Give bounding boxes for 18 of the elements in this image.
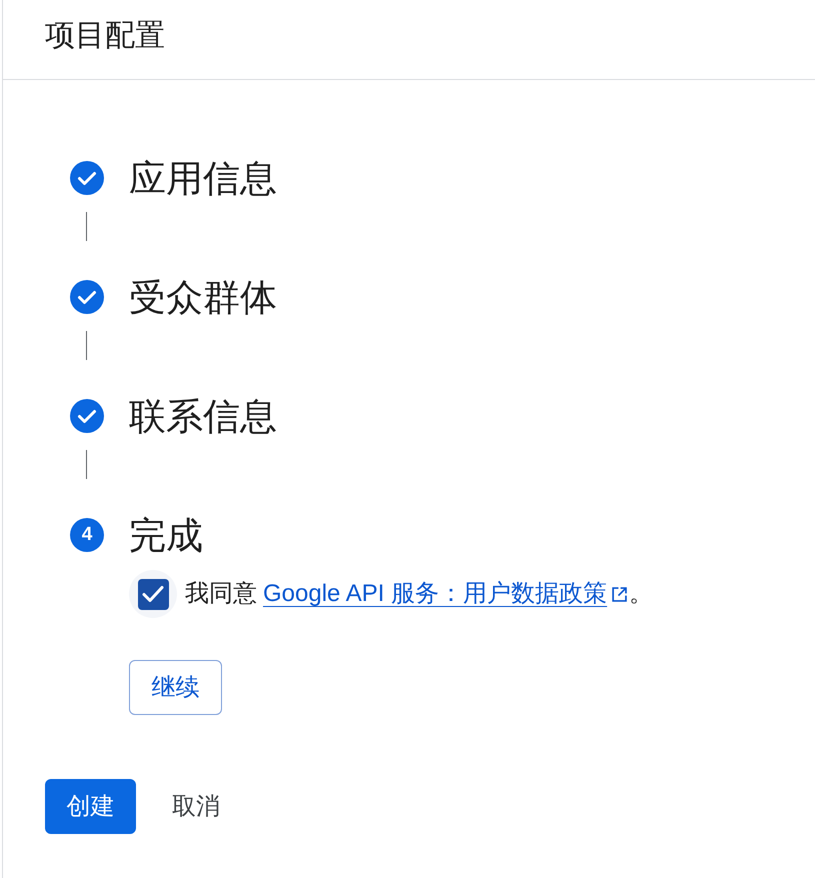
policy-link[interactable]: Google API 服务：用户数据政策 xyxy=(263,582,608,606)
step-connector xyxy=(86,450,87,479)
continue-button[interactable]: 继续 xyxy=(129,660,222,715)
checkmark-icon xyxy=(142,585,164,603)
step-number: 4 xyxy=(70,518,104,552)
page-title: 项目配置 xyxy=(45,20,165,50)
step-title: 联系信息 xyxy=(129,398,277,434)
create-button[interactable]: 创建 xyxy=(45,779,136,834)
checkbox[interactable] xyxy=(129,570,177,618)
step-title: 应用信息 xyxy=(129,160,277,196)
step-connector xyxy=(86,331,87,360)
agreement-text: 我同意 Google API 服务：用户数据政策 。 xyxy=(185,582,654,606)
step-title: 受众群体 xyxy=(129,278,277,316)
sentence-end: 。 xyxy=(629,582,654,606)
step-connector xyxy=(86,212,87,241)
cancel-button[interactable]: 取消 xyxy=(150,779,242,834)
step-title: 完成 xyxy=(129,516,203,554)
external-link-icon xyxy=(612,586,628,602)
